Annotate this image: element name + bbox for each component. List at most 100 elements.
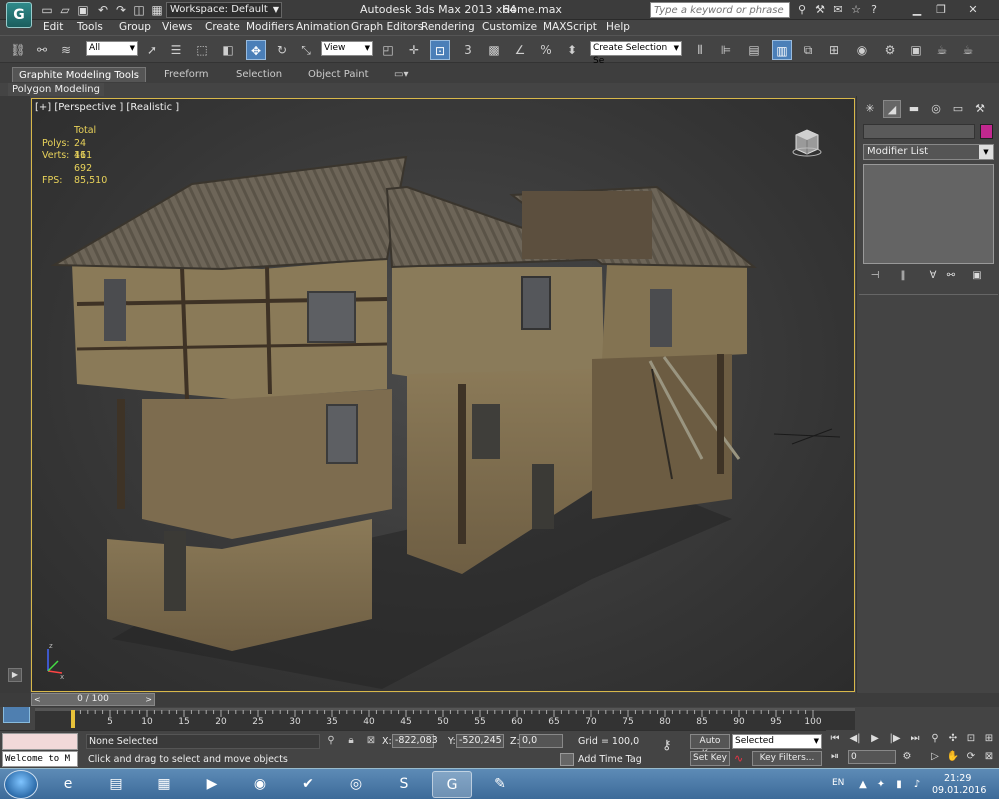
tab-object-paint[interactable]: Object Paint xyxy=(302,67,375,82)
menu-customize[interactable]: Customize xyxy=(482,21,537,33)
create-panel-icon[interactable]: ✳ xyxy=(861,100,879,118)
clock-time[interactable]: 21:29 xyxy=(944,773,971,784)
hp-app-icon[interactable]: ◉ xyxy=(240,771,280,798)
network-icon[interactable]: ▮ xyxy=(892,778,906,792)
snaps-toggle-icon[interactable]: 3 xyxy=(458,40,478,60)
menu-edit[interactable]: Edit xyxy=(43,21,63,33)
select-object-icon[interactable]: ➚ xyxy=(142,40,162,60)
undo-icon[interactable]: ↶ xyxy=(94,2,112,18)
menu-maxscript[interactable]: MAXScript xyxy=(543,21,597,33)
display-panel-icon[interactable]: ▭ xyxy=(949,100,967,118)
key-icon[interactable]: ⚷ xyxy=(662,738,672,753)
skype-icon[interactable]: S xyxy=(384,771,424,798)
language-indicator[interactable]: EN xyxy=(832,778,844,788)
x-coordinate-field[interactable]: -822,083 xyxy=(392,734,438,748)
media-player-icon[interactable]: ▶ xyxy=(192,771,232,798)
graphite-toggle-icon[interactable]: ▥ xyxy=(772,40,792,60)
3ds-max-task-icon[interactable]: G xyxy=(432,771,472,798)
tab-freeform[interactable]: Freeform xyxy=(158,67,215,82)
bind-space-warp-icon[interactable]: ≋ xyxy=(56,40,76,60)
time-configuration-icon[interactable]: ⚙ xyxy=(900,750,914,764)
time-slider[interactable]: < 0 / 100 > xyxy=(31,693,155,706)
paint-icon[interactable]: ✎ xyxy=(480,771,520,798)
rectangular-region-icon[interactable]: ⬚ xyxy=(192,40,212,60)
curve-editor-icon[interactable]: ⧉ xyxy=(798,40,818,60)
show-end-result-icon[interactable]: ‖ xyxy=(895,269,911,283)
angle-snap-icon[interactable]: ▩ xyxy=(484,40,504,60)
add-time-tag-button[interactable]: Add Time Tag xyxy=(560,752,660,767)
z-coordinate-field[interactable]: 0,0 xyxy=(519,734,563,748)
chevron-left-icon[interactable]: < xyxy=(34,694,41,705)
render-iterative-icon[interactable]: ☕ xyxy=(958,40,978,60)
set-key-button[interactable]: Set Key xyxy=(690,751,730,766)
menu-create[interactable]: Create xyxy=(205,21,240,33)
antivirus-icon[interactable]: ✦ xyxy=(874,778,888,792)
minimize-button[interactable]: ▁ xyxy=(906,1,928,18)
check-app-icon[interactable]: ✔ xyxy=(288,771,328,798)
menu-group[interactable]: Group xyxy=(119,21,151,33)
motion-panel-icon[interactable]: ◎ xyxy=(927,100,945,118)
material-editor-icon[interactable]: ◉ xyxy=(852,40,872,60)
search-input[interactable] xyxy=(651,3,789,18)
go-to-end-icon[interactable]: ⏭ xyxy=(908,732,922,746)
menu-rendering[interactable]: Rendering xyxy=(421,21,475,33)
configure-modifier-sets-icon[interactable]: ▣ xyxy=(969,269,985,283)
ribbon-options-icon[interactable]: ▭▾ xyxy=(388,67,414,82)
chrome-icon[interactable]: ◎ xyxy=(336,771,376,798)
close-button[interactable]: ✕ xyxy=(962,1,984,18)
modifier-list-dropdown[interactable]: Modifier List ▼ xyxy=(863,144,994,160)
render-setup-icon[interactable]: ⚙ xyxy=(880,40,900,60)
menu-animation[interactable]: Animation xyxy=(296,21,350,33)
modify-panel-icon[interactable]: ◢ xyxy=(883,100,901,118)
object-color-swatch[interactable] xyxy=(980,124,993,139)
edit-named-selection-icon[interactable]: ⬍ xyxy=(562,40,582,60)
menu-views[interactable]: Views xyxy=(162,21,192,33)
menu-tools[interactable]: Tools xyxy=(77,21,103,33)
spinner-snap-icon[interactable]: % xyxy=(536,40,556,60)
select-and-rotate-icon[interactable]: ↻ xyxy=(272,40,292,60)
named-selection-dropdown[interactable]: Create Selection Se ▼ xyxy=(590,41,682,66)
schematic-view-icon[interactable]: ⊞ xyxy=(824,40,844,60)
volume-icon[interactable]: ♪ xyxy=(910,778,924,792)
perspective-viewport[interactable]: [+] [Perspective ] [Realistic ] Total Po… xyxy=(31,98,855,692)
search-field[interactable] xyxy=(650,2,790,18)
menu-help[interactable]: Help xyxy=(606,21,630,33)
key-mode-dropdown[interactable]: Selected ▼ xyxy=(732,734,822,749)
absolute-mode-icon[interactable]: ⊠ xyxy=(364,734,378,748)
new-file-icon[interactable]: ▭ xyxy=(38,2,56,18)
go-to-start-icon[interactable]: ⏮ xyxy=(828,732,842,746)
y-coordinate-field[interactable]: -520,245 xyxy=(456,734,504,748)
internet-explorer-icon[interactable]: e xyxy=(48,771,88,798)
layer-manager-icon[interactable]: ▤ xyxy=(744,40,764,60)
menu-graph-editors[interactable]: Graph Editors xyxy=(351,21,423,33)
zoom-extents-icon[interactable]: ⊡ xyxy=(964,732,978,746)
pan-view-icon[interactable]: ✋ xyxy=(946,750,960,764)
redo-icon[interactable]: ↷ xyxy=(112,2,130,18)
window-crossing-icon[interactable]: ◧ xyxy=(218,40,238,60)
calculator-icon[interactable]: ▦ xyxy=(144,771,184,798)
auto-key-button[interactable]: Auto Key xyxy=(690,734,730,759)
rendered-frame-window-icon[interactable]: ▣ xyxy=(906,40,926,60)
save-file-icon[interactable]: ▣ xyxy=(74,2,92,18)
play-icon[interactable]: ▶ xyxy=(868,732,882,746)
percent-snap-icon[interactable]: ∠ xyxy=(510,40,530,60)
current-frame-field[interactable]: 0 xyxy=(848,750,896,764)
project-folder-icon[interactable]: ▦ xyxy=(148,2,166,18)
select-and-scale-icon[interactable]: ⤡ xyxy=(296,40,316,60)
make-unique-icon[interactable]: ∀ xyxy=(925,269,941,283)
binoculars-icon[interactable]: ⚲ xyxy=(794,2,810,18)
menu-modifiers[interactable]: Modifiers xyxy=(246,21,294,33)
select-by-name-icon[interactable]: ☰ xyxy=(166,40,186,60)
field-of-view-icon[interactable]: ▷ xyxy=(928,750,942,764)
zoom-extents-all-icon[interactable]: ⊞ xyxy=(982,732,996,746)
object-name-field[interactable] xyxy=(863,124,975,139)
pivot-center-icon[interactable]: ◰ xyxy=(378,40,398,60)
previous-frame-icon[interactable]: ◀| xyxy=(848,732,862,746)
remove-modifier-icon[interactable]: ⚯ xyxy=(943,269,959,283)
selection-filter-dropdown[interactable]: All ▼ xyxy=(86,41,138,56)
tab-polygon-modeling[interactable]: Polygon Modeling xyxy=(8,83,104,96)
align-icon[interactable]: ⊫ xyxy=(716,40,736,60)
maxscript-listener-output[interactable]: Welcome to M xyxy=(2,751,78,767)
favorites-icon[interactable]: ☆ xyxy=(848,2,864,18)
communication-center-icon[interactable]: ✉ xyxy=(830,2,846,18)
